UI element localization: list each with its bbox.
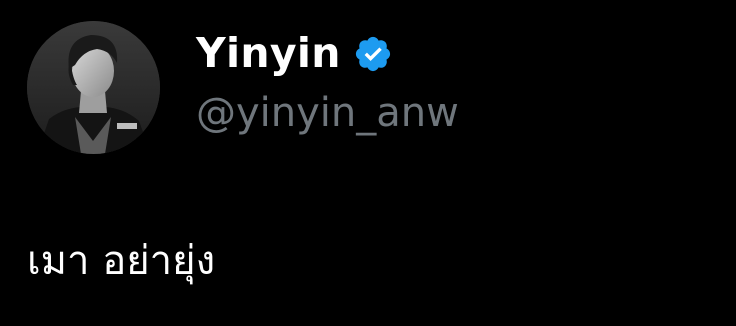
verified-badge-icon — [353, 34, 393, 74]
author-handle[interactable]: @yinyin_anw — [196, 90, 459, 136]
avatar-image — [27, 21, 160, 154]
display-name[interactable]: Yinyin — [196, 32, 341, 74]
tweet-text: เมา อย่ายุ่ง — [27, 238, 216, 284]
author-name-row: Yinyin — [196, 25, 393, 81]
avatar[interactable] — [27, 21, 160, 154]
